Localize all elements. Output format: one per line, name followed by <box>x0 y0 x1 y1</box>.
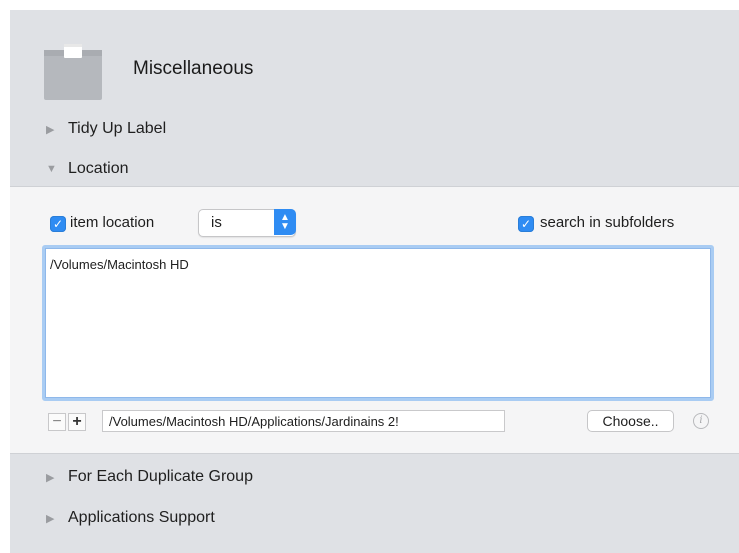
operator-value: is <box>211 214 222 231</box>
info-icon[interactable]: i <box>693 413 709 429</box>
disclosure-triangle-down-icon: ▼ <box>46 163 57 175</box>
item-location-checkbox[interactable]: ✓ <box>50 216 66 232</box>
add-path-button[interactable]: + <box>68 413 86 431</box>
disclosure-triangle-right-icon: ▶ <box>46 512 55 525</box>
operator-popup[interactable]: is ▲ ▼ <box>198 209 296 237</box>
rule-panel: Miscellaneous ▶ Tidy Up Label ▼ Location… <box>10 10 739 553</box>
box-icon <box>44 44 102 100</box>
location-panel: ✓ item location is ▲ ▼ ✓ search in subfol… <box>10 186 739 454</box>
disclosure-triangle-right-icon: ▶ <box>46 123 55 136</box>
search-subfolders-checkbox[interactable]: ✓ <box>518 216 534 232</box>
disclosure-for-each-duplicate-group[interactable]: ▶ For Each Duplicate Group <box>46 466 253 488</box>
disclosure-label: Location <box>68 160 129 177</box>
location-path-list[interactable]: /Volumes/Macintosh HD <box>42 245 714 401</box>
disclosure-triangle-right-icon: ▶ <box>46 471 55 484</box>
disclosure-location[interactable]: ▼ Location <box>46 158 129 180</box>
checkmark-icon: ✓ <box>52 217 64 231</box>
disclosure-applications-support[interactable]: ▶ Applications Support <box>46 507 215 529</box>
disclosure-label: Tidy Up Label <box>68 120 167 137</box>
item-location-label[interactable]: item location <box>70 214 154 231</box>
search-subfolders-label[interactable]: search in subfolders <box>540 214 674 231</box>
popup-arrows-icon: ▲ ▼ <box>274 209 296 235</box>
disclosure-label: Applications Support <box>68 509 215 526</box>
disclosure-label: For Each Duplicate Group <box>68 468 253 485</box>
remove-path-button[interactable]: − <box>48 413 66 431</box>
path-input[interactable]: /Volumes/Macintosh HD/Applications/Jardi… <box>102 410 505 432</box>
list-item[interactable]: /Volumes/Macintosh HD <box>50 257 189 272</box>
section-title: Miscellaneous <box>133 58 254 79</box>
disclosure-tidy-up-label[interactable]: ▶ Tidy Up Label <box>46 118 166 140</box>
choose-button[interactable]: Choose.. <box>587 410 674 432</box>
checkmark-icon: ✓ <box>520 217 532 231</box>
